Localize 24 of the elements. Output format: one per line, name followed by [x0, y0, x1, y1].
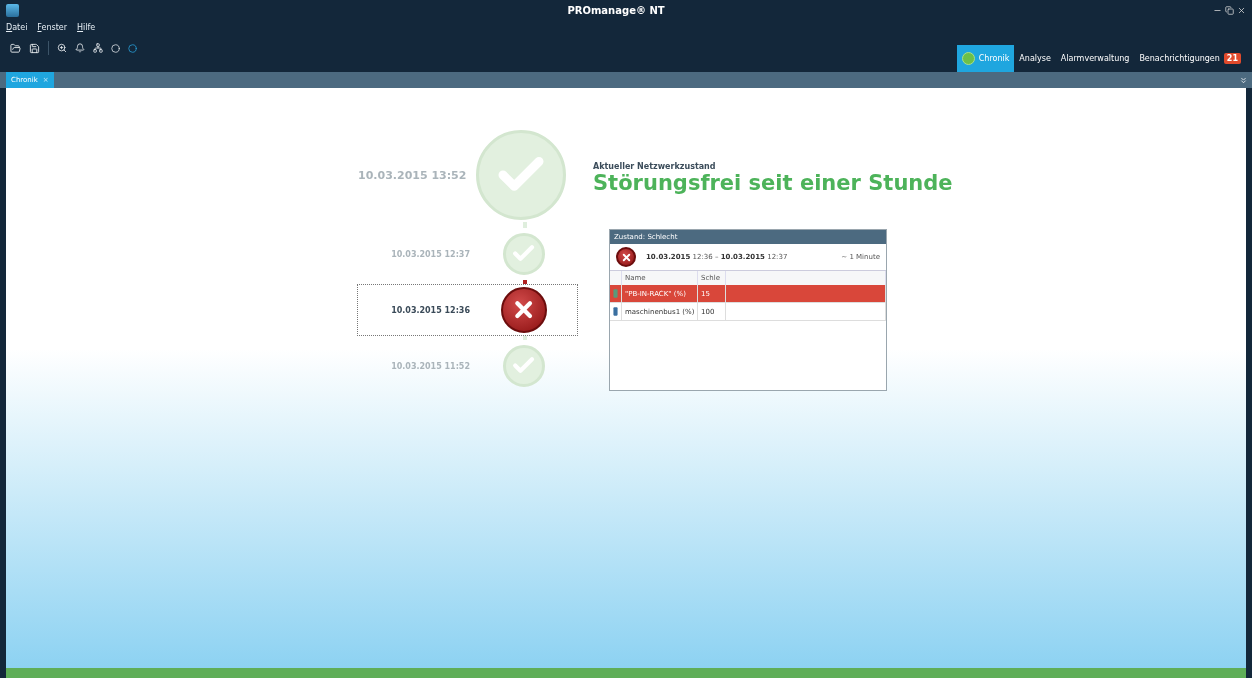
menu-item[interactable]: Hilfe: [77, 22, 96, 32]
folder-icon[interactable]: [10, 42, 21, 54]
status-dot-icon: [961, 52, 975, 65]
nav-tab[interactable]: Analyse: [1014, 45, 1056, 72]
restore-icon[interactable]: [1225, 5, 1234, 15]
menu-item[interactable]: Fenster: [37, 22, 68, 32]
menu-item[interactable]: Datei: [6, 22, 28, 32]
circle-icon[interactable]: [128, 43, 137, 53]
notification-count: 21: [1223, 53, 1241, 64]
save-icon[interactable]: [29, 42, 40, 54]
device-icon: [613, 306, 618, 317]
bell-icon[interactable]: [75, 43, 85, 53]
overflow-icon[interactable]: [1239, 75, 1248, 85]
app-icon: [6, 3, 19, 17]
timeline-entry[interactable]: 10.03.2015 12:36: [357, 284, 578, 336]
zoom-in-icon[interactable]: [57, 43, 67, 53]
nav-tab[interactable]: Benachrichtigungen 21: [1134, 45, 1246, 72]
device-icon: [613, 288, 618, 299]
window-title: PROmanage® NT: [566, 4, 666, 16]
nav-tab[interactable]: Alarmverwaltung: [1055, 45, 1135, 72]
state-caption: Aktueller Netzwerkzustand: [593, 162, 717, 171]
close-icon[interactable]: [1237, 5, 1246, 15]
state-headline: Störungsfrei seit einer Stunde: [593, 171, 953, 195]
network-icon[interactable]: [93, 43, 103, 53]
